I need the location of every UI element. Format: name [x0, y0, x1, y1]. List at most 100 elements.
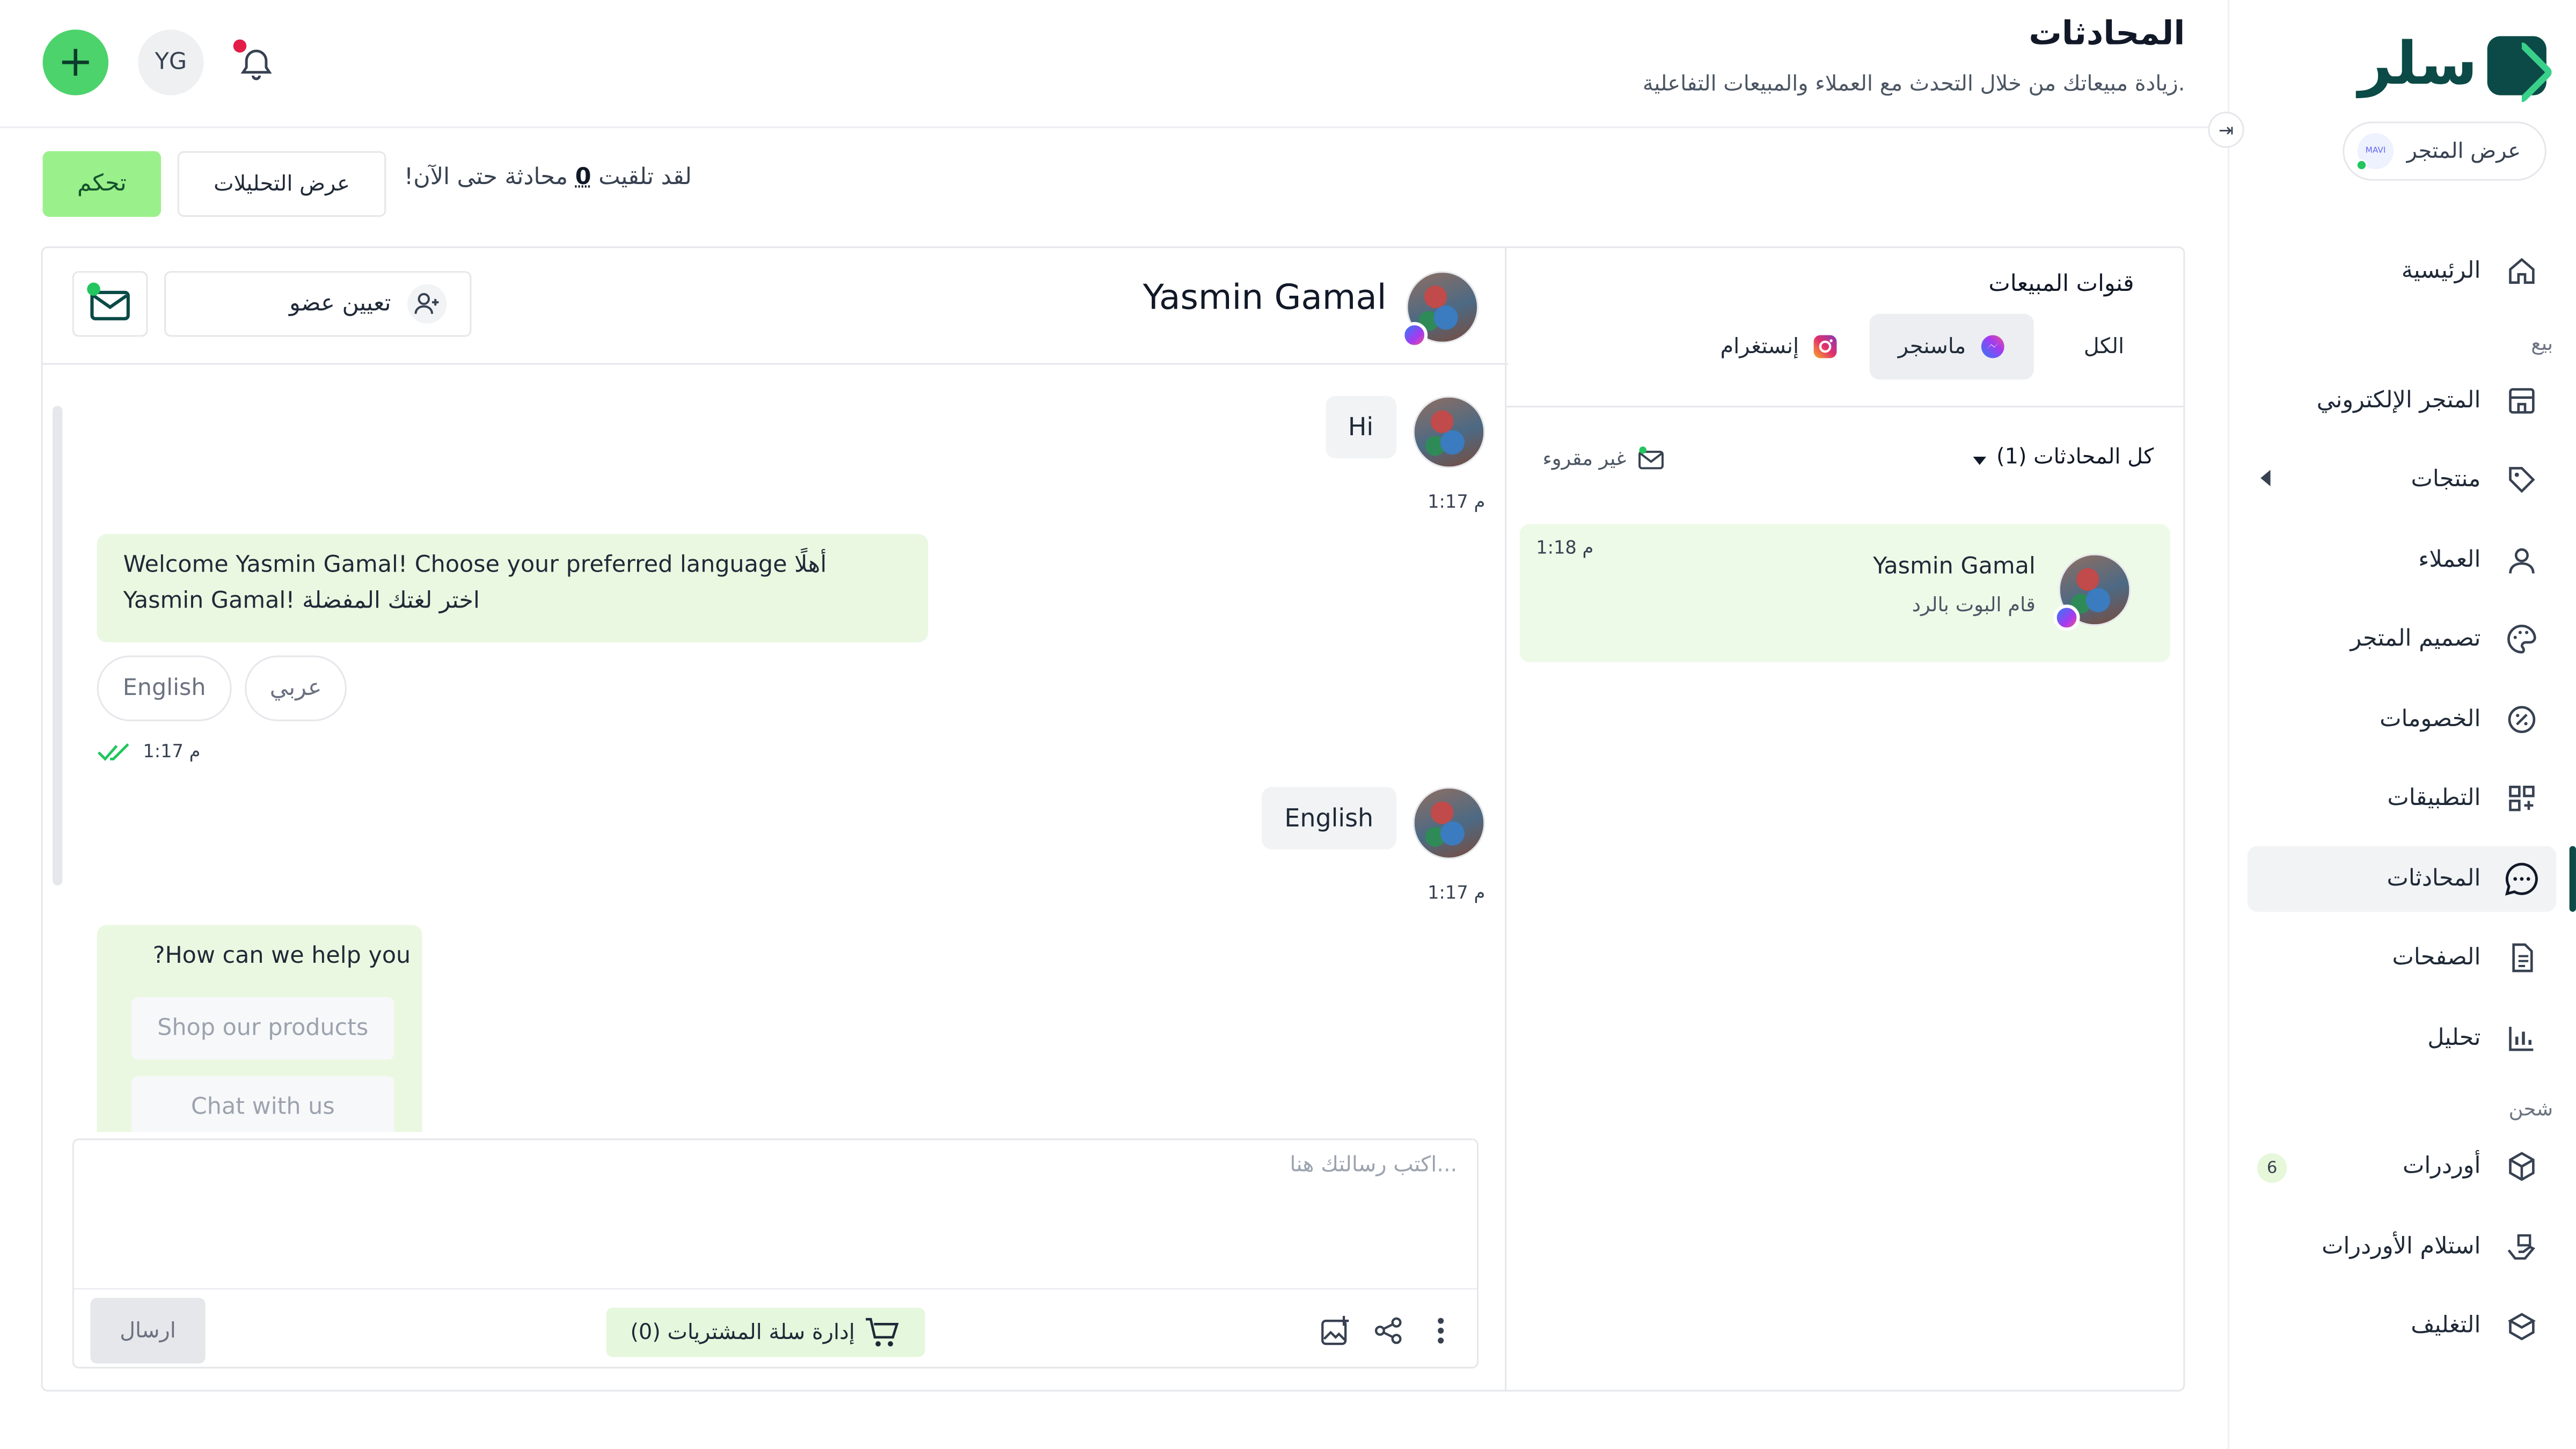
message-text: ?How can we help you — [152, 943, 411, 970]
notification-dot — [233, 39, 247, 53]
mark-read-button[interactable] — [72, 271, 148, 337]
conversation-time: 1:18 م — [1536, 537, 1594, 559]
assign-member-button[interactable]: تعيين عضو — [164, 271, 472, 337]
sidebar-item-discounts[interactable]: الخصومات — [2248, 686, 2557, 751]
messenger-icon — [1980, 335, 2004, 358]
conversation-count-text: لقد تلقيت 0 محادثة حتى الآن! — [404, 164, 692, 191]
contact-name: Yasmin Gamal — [1143, 277, 1387, 317]
dropdown-caret-icon — [1973, 456, 1987, 464]
collapse-sidebar-button[interactable]: ⇥ — [2208, 112, 2244, 148]
composer-divider — [74, 1287, 1477, 1290]
stat-prefix: لقد تلقيت — [598, 164, 692, 191]
sidebar-item-conversations[interactable]: المحادثات — [2247, 845, 2576, 911]
manage-cart-button[interactable]: إدارة سلة المشتريات (0) — [606, 1307, 925, 1357]
quick-reply-english[interactable]: English — [97, 655, 232, 721]
send-button[interactable]: ارسال — [90, 1298, 206, 1364]
unread-mail-icon — [1638, 447, 1664, 470]
tab-all[interactable]: الكل — [2061, 314, 2147, 379]
sidebar-item-pages[interactable]: الصفحات — [2248, 925, 2557, 990]
add-image-icon[interactable] — [1319, 1314, 1352, 1347]
manage-cart-label: إدارة سلة المشتريات (0) — [630, 1320, 855, 1345]
logo-mark-icon — [2487, 36, 2546, 96]
sidebar-item-label: المتجر الإلكتروني — [2316, 386, 2481, 413]
channels-divider — [1505, 406, 2184, 408]
chat-with-us-button[interactable]: Chat with us — [131, 1076, 394, 1132]
message-line: Welcome Yasmin Gamal! Choose your prefer… — [123, 552, 827, 579]
sidebar-item-packaging[interactable]: التغليف — [2248, 1293, 2557, 1358]
tab-messenger[interactable]: ماسنجر — [1869, 313, 2034, 380]
sidebar-item-order-pickup[interactable]: استلام الأوردرات — [2248, 1213, 2557, 1279]
sidebar-section-shipping: شحن — [2508, 1097, 2553, 1121]
conversation-name: Yasmin Gamal — [1873, 553, 2036, 580]
stat-suffix: محادثة حتى الآن! — [404, 164, 568, 191]
filter-all-label: كل المحادثات (1) — [1996, 445, 2154, 470]
composer-tools — [1319, 1314, 1457, 1347]
sidebar-item-label: المحادثات — [2387, 865, 2481, 891]
view-analytics-button[interactable]: عرض التحليلات — [177, 151, 386, 217]
more-options-icon[interactable] — [1424, 1314, 1457, 1347]
sidebar-item-home[interactable]: الرئيسية — [2248, 238, 2557, 304]
tab-messenger-label: ماسنجر — [1898, 334, 1966, 359]
message-line: Yasmin Gamal! اختر لغتك المفضلة — [123, 588, 480, 614]
sidebar-item-store-design[interactable]: تصميم المتجر — [2248, 606, 2557, 672]
sidebar-item-orders[interactable]: 6 أوردرات — [2248, 1133, 2557, 1199]
tab-instagram-label: إنستغرام — [1720, 334, 1799, 359]
outgoing-message: Welcome Yasmin Gamal! Choose your prefer… — [97, 533, 928, 642]
storefront-icon — [2504, 382, 2540, 418]
sidebar-item-customers[interactable]: العملاء — [2248, 526, 2557, 592]
logo-text: سلر — [2358, 31, 2479, 99]
message-time: 1:17 م — [143, 741, 201, 763]
sidebar-item-label: استلام الأوردرات — [2322, 1233, 2481, 1260]
conversation-item[interactable]: Yasmin Gamal قام البوت بالرد 1:18 م — [1519, 524, 2170, 662]
sidebar-item-analytics[interactable]: تحليل — [2248, 1005, 2557, 1070]
sidebar-item-label: التطبيقات — [2387, 785, 2481, 812]
tab-instagram[interactable]: إنستغرام — [1697, 314, 1862, 379]
page-subtitle: زيادة مبيعاتك من خلال التحدث مع العملاء … — [1642, 72, 2185, 97]
status-dot — [87, 282, 100, 296]
sidebar-item-products[interactable]: منتجات — [2248, 447, 2557, 513]
view-store-button[interactable]: عرض المتجر MAVI — [2343, 121, 2546, 181]
view-store-label: عرض المتجر — [2406, 138, 2521, 164]
user-avatar[interactable]: YG — [138, 30, 204, 96]
orders-count-badge: 6 — [2257, 1153, 2287, 1183]
control-button[interactable]: تحكم — [42, 151, 161, 217]
palette-icon — [2504, 621, 2540, 657]
message-bubble: Hi — [1325, 396, 1397, 459]
channel-tabs: الكل ماسنجر إنستغرام — [1505, 313, 2183, 380]
filter-all-conversations[interactable]: كل المحادثات (1) — [1973, 445, 2154, 470]
sidebar-item-label: العملاء — [2418, 546, 2481, 573]
logo[interactable]: سلر — [2358, 31, 2546, 99]
bar-chart-icon — [2504, 1019, 2540, 1055]
sidebar-item-apps[interactable]: التطبيقات — [2248, 766, 2557, 831]
add-button[interactable]: + — [42, 30, 109, 96]
message-composer: اكتب رسالتك هنا... ارسال إدارة سلة المشت… — [72, 1138, 1479, 1368]
chat-icon — [2504, 860, 2540, 896]
shop-products-button[interactable]: Shop our products — [131, 997, 394, 1060]
box-icon — [2504, 1148, 2540, 1184]
page-header: المحادثات زيادة مبيعاتك من خلال التحدث م… — [0, 0, 2228, 128]
message-list[interactable]: Hi 1:17 م Welcome Yasmin Gamal! Choose y… — [43, 367, 1509, 1132]
sidebar-item-label: تصميم المتجر — [2350, 626, 2481, 653]
collapse-arrow-icon: ⇥ — [2218, 119, 2234, 141]
message-input[interactable]: اكتب رسالتك هنا... — [1290, 1153, 1457, 1178]
sidebar-item-label: الرئيسية — [2401, 258, 2481, 284]
package-icon — [2504, 1308, 2540, 1344]
sidebar-item-label: الخصومات — [2380, 705, 2481, 732]
notifications-button[interactable] — [233, 39, 280, 85]
conversation-count: 0 — [575, 164, 591, 191]
cart-icon — [866, 1318, 899, 1346]
filter-unread[interactable]: غير مقروء — [1542, 445, 1665, 472]
sidebar-item-online-store[interactable]: المتجر الإلكتروني — [2248, 367, 2557, 433]
sidebar-item-label: أوردرات — [2403, 1153, 2481, 1180]
chat-panel: Yasmin Gamal تعيين عضو Hi 1:17 م Welcome… — [42, 248, 1509, 1390]
conversation-preview: قام البوت بالرد — [1912, 593, 2036, 616]
store-avatar: MAVI — [2355, 133, 2394, 171]
apps-icon — [2504, 780, 2540, 816]
quick-reply-arabic[interactable]: عربي — [245, 655, 347, 721]
message-time: 1:17 م — [1428, 491, 1485, 513]
sidebar: ⇥ سلر عرض المتجر MAVI الرئيسية بيع المتج… — [2208, 0, 2576, 1449]
scrollbar[interactable] — [52, 406, 63, 885]
avatar — [2053, 553, 2131, 631]
tag-icon — [2504, 462, 2540, 497]
share-icon[interactable] — [1372, 1314, 1404, 1347]
